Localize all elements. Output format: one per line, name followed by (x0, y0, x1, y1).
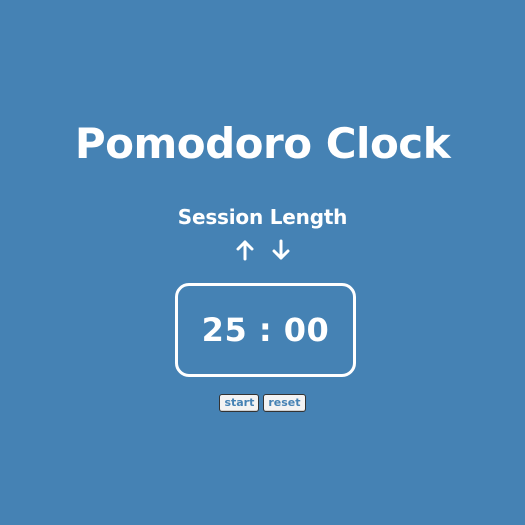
timer-controls: start reset (0, 394, 525, 412)
arrow-down-icon (272, 239, 289, 260)
pomodoro-app: Pomodoro Clock Session Length 25 : 00 st… (0, 0, 525, 525)
arrow-up-icon (236, 240, 253, 261)
timer-display: 25 : 00 (201, 311, 330, 349)
session-length-controls (0, 236, 525, 266)
session-increase-button[interactable] (234, 236, 256, 264)
reset-button[interactable]: reset (263, 394, 306, 412)
start-button[interactable]: start (219, 394, 260, 412)
page-title: Pomodoro Clock (74, 119, 451, 168)
session-length-label: Session Length (177, 205, 348, 229)
timer-box: 25 : 00 (175, 283, 356, 377)
session-decrease-button[interactable] (270, 236, 292, 264)
